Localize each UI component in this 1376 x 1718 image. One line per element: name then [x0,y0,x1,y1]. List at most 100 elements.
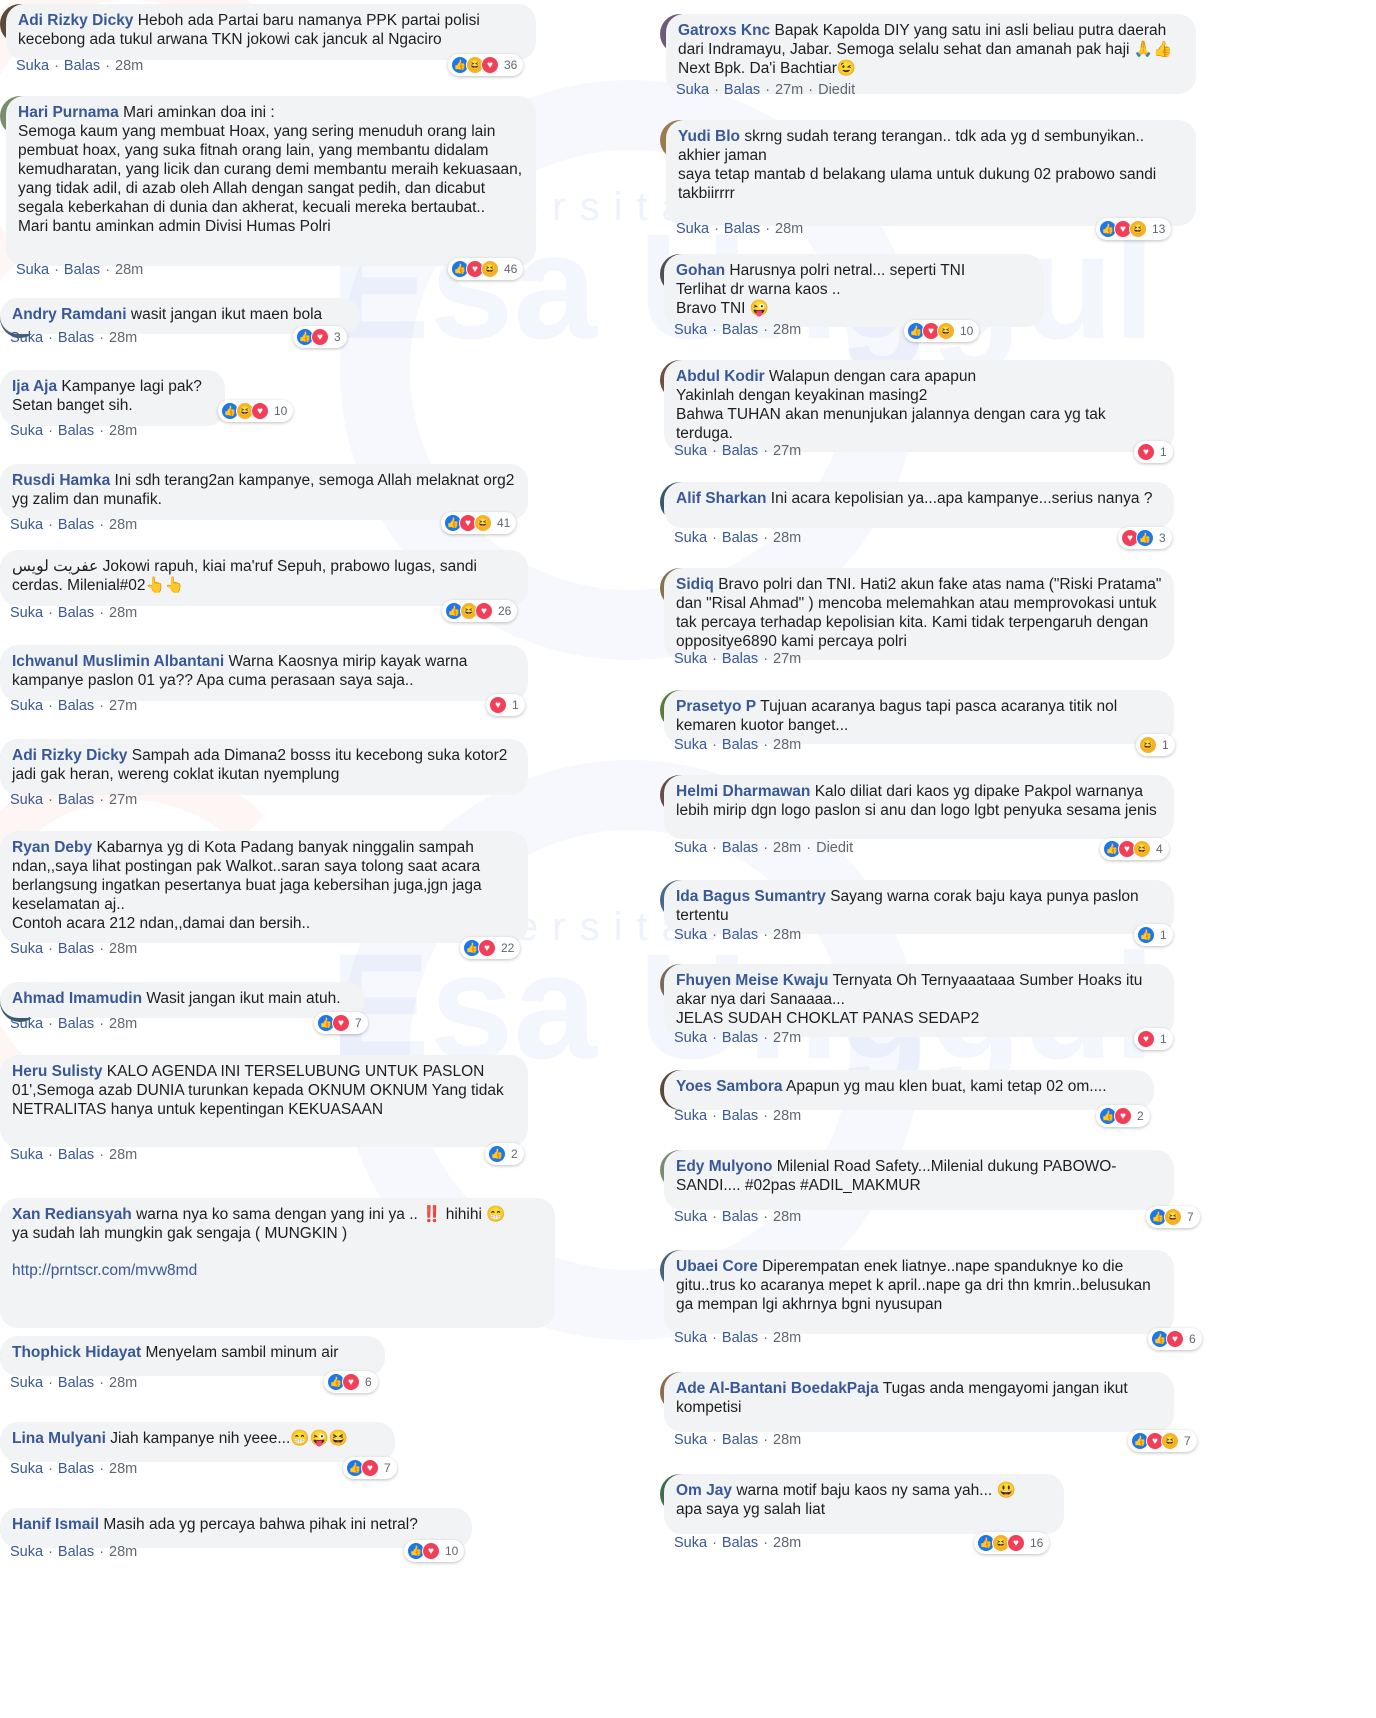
like-link[interactable]: Suka [674,737,707,753]
comment-time[interactable]: 27m [773,443,801,459]
like-link[interactable]: Suka [674,840,707,856]
reaction-summary[interactable]: 👍 2 [485,1143,524,1165]
reply-link[interactable]: Balas [722,737,758,753]
reaction-summary[interactable]: ♥ 1 [1134,441,1173,463]
comment-author[interactable]: Om Jay [676,1482,732,1499]
reaction-summary[interactable]: 👍 ♥ 😆 13 [1096,218,1172,240]
comment-link[interactable]: http://prntscr.com/mvw8md [12,1261,543,1280]
comment-time[interactable]: 28m [773,322,801,338]
reply-link[interactable]: Balas [722,1209,758,1225]
like-link[interactable]: Suka [674,1209,707,1225]
comment-author[interactable]: Lina Mulyani [12,1430,106,1447]
reaction-summary[interactable]: 👍 ♥ 2 [1096,1105,1150,1127]
reaction-summary[interactable]: ♥ 👍 3 [1118,527,1172,549]
comment-time[interactable]: 28m [773,530,801,546]
reaction-summary[interactable]: ♥ 1 [486,694,525,716]
reply-link[interactable]: Balas [722,840,758,856]
comment-time[interactable]: 28m [775,221,803,237]
comment-author[interactable]: Adi Rizky Dicky [18,12,133,29]
like-link[interactable]: Suka [674,1330,707,1346]
reply-link[interactable]: Balas [722,1108,758,1124]
reply-link[interactable]: Balas [722,651,758,667]
like-link[interactable]: Suka [674,1108,707,1124]
comment-time[interactable]: 27m [109,792,137,808]
like-link[interactable]: Suka [674,1432,707,1448]
reply-link[interactable]: Balas [58,792,94,808]
reply-link[interactable]: Balas [58,1461,94,1477]
comment-time[interactable]: 28m [773,737,801,753]
reaction-summary[interactable]: 👍 ♥ 6 [1148,1328,1202,1350]
comment-author[interactable]: Alif Sharkan [676,490,766,507]
reaction-summary[interactable]: 👍 ♥ 😆 4 [1100,838,1169,860]
reply-link[interactable]: Balas [58,941,94,957]
reaction-summary[interactable]: 👍 ♥ 3 [293,326,347,348]
reaction-summary[interactable]: 👍 😆 ♥ 36 [448,54,524,76]
comment-author[interactable]: Ichwanul Muslimin Albantani [12,653,224,670]
reply-link[interactable]: Balas [722,1330,758,1346]
reaction-summary[interactable]: 😆 1 [1136,734,1175,756]
reaction-summary[interactable]: ♥ 1 [1134,1028,1173,1050]
like-link[interactable]: Suka [10,698,43,714]
comment-time[interactable]: 28m [109,1147,137,1163]
reaction-summary[interactable]: 👍 ♥ 😆 46 [448,258,524,280]
comment-author[interactable]: Helmi Dharmawan [676,783,810,800]
comment-time[interactable]: 28m [109,1375,137,1391]
comment-time[interactable]: 28m [109,517,137,533]
comment-author[interactable]: Thophick Hidayat [12,1344,141,1361]
comment-time[interactable]: 27m [773,1030,801,1046]
comment-time[interactable]: 27m [773,651,801,667]
reply-link[interactable]: Balas [58,1375,94,1391]
reaction-summary[interactable]: 👍 😆 ♥ 26 [442,600,518,622]
reaction-summary[interactable]: 👍 😆 7 [1146,1206,1200,1228]
comment-author[interactable]: Prasetyo P [676,698,756,715]
comment-author[interactable]: Hanif Ismail [12,1516,99,1533]
like-link[interactable]: Suka [674,443,707,459]
reply-link[interactable]: Balas [722,1432,758,1448]
comment-time[interactable]: 28m [773,1535,801,1551]
reply-link[interactable]: Balas [722,1535,758,1551]
reaction-summary[interactable]: 👍 😆 ♥ 16 [974,1532,1050,1554]
like-link[interactable]: Suka [674,530,707,546]
comment-time[interactable]: 28m [773,840,801,856]
comment-author[interactable]: Yoes Sambora [676,1078,783,1095]
comment-author[interactable]: Xan Rediansyah [12,1206,132,1223]
comment-author[interactable]: Yudi Blo [678,128,740,145]
comment-author[interactable]: Rusdi Hamka [12,472,110,489]
like-link[interactable]: Suka [10,1461,43,1477]
comment-time[interactable]: 28m [109,423,137,439]
reaction-summary[interactable]: 👍 ♥ 7 [343,1457,397,1479]
reply-link[interactable]: Balas [58,1544,94,1560]
comment-time[interactable]: 28m [109,1544,137,1560]
reply-link[interactable]: Balas [58,605,94,621]
like-link[interactable]: Suka [10,330,43,346]
comment-author[interactable]: Gatroxs Knc [678,22,770,39]
comment-time[interactable]: 28m [115,58,143,74]
like-link[interactable]: Suka [10,1544,43,1560]
like-link[interactable]: Suka [10,941,43,957]
like-link[interactable]: Suka [676,221,709,237]
reaction-summary[interactable]: 👍 😆 ♥ 10 [218,400,294,422]
reaction-summary[interactable]: 👍 ♥ 6 [324,1371,378,1393]
comment-author[interactable]: Ade Al-Bantani BoedakPaja [676,1380,879,1397]
comment-time[interactable]: 28m [109,1461,137,1477]
like-link[interactable]: Suka [16,262,49,278]
like-link[interactable]: Suka [10,605,43,621]
comment-time[interactable]: 28m [109,941,137,957]
like-link[interactable]: Suka [674,1030,707,1046]
comment-time[interactable]: 28m [115,262,143,278]
comment-author[interactable]: Abdul Kodir [676,368,765,385]
comment-author[interactable]: Ryan Deby [12,839,92,856]
comment-author[interactable]: Fhuyen Meise Kwaju [676,972,828,989]
reply-link[interactable]: Balas [58,1147,94,1163]
like-link[interactable]: Suka [674,1535,707,1551]
like-link[interactable]: Suka [16,58,49,74]
like-link[interactable]: Suka [674,651,707,667]
comment-author[interactable]: Andry Ramdani [12,306,127,323]
reply-link[interactable]: Balas [724,82,760,98]
reply-link[interactable]: Balas [58,1016,94,1032]
reply-link[interactable]: Balas [722,1030,758,1046]
comment-time[interactable]: 28m [773,1330,801,1346]
like-link[interactable]: Suka [10,1375,43,1391]
comment-author[interactable]: Edy Mulyono [676,1158,772,1175]
comment-author[interactable]: Adi Rizky Dicky [12,747,127,764]
